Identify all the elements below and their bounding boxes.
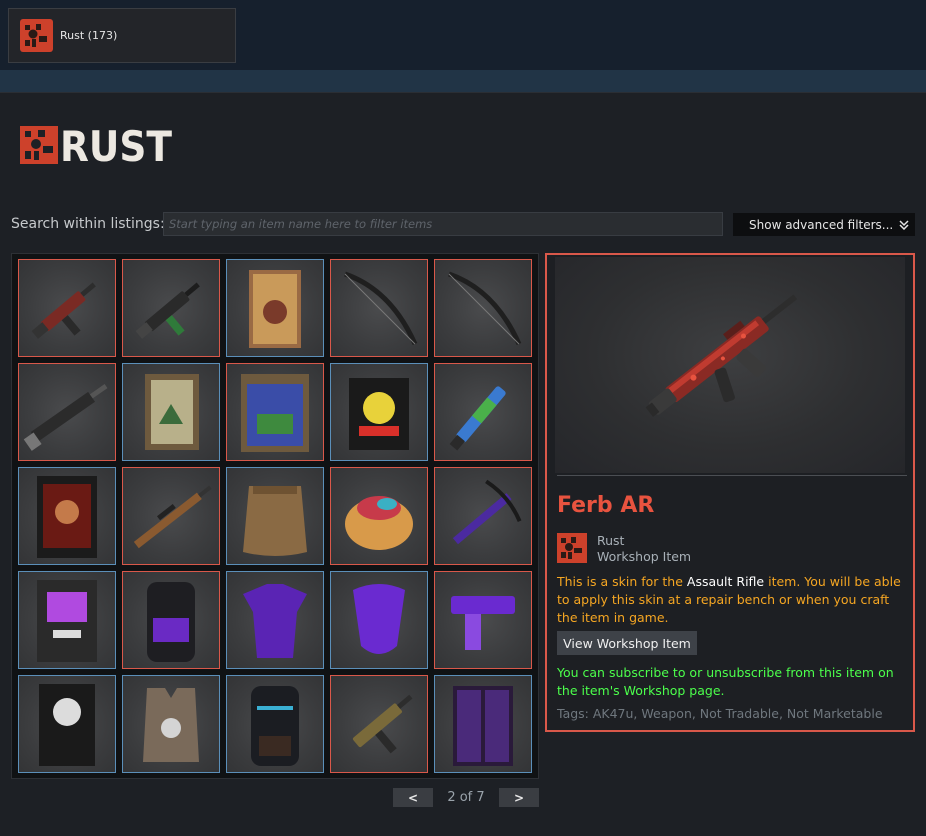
assault-rifle-image [645,294,798,417]
inventory-item-shotgun-blue[interactable] [434,363,532,461]
inventory-item-poster[interactable] [226,259,324,357]
svg-text:RUST: RUST [60,126,172,164]
item-thumbnail [31,282,96,339]
inventory-item-sack[interactable] [226,467,324,565]
item-description: This is a skin for the Assault Rifle ite… [557,573,912,627]
item-game-name: Rust [597,533,625,548]
description-text: This is a skin for the [557,574,687,589]
item-tags: Tags: AK47u, Weapon, Not Tradable, Not M… [557,706,883,721]
rust-icon [557,533,587,563]
item-thumbnail [143,688,199,762]
item-thumbnail [37,476,97,558]
view-workshop-item-button[interactable]: View Workshop Item [557,631,697,655]
previous-page-button[interactable]: < [393,788,433,807]
item-thumbnail [23,384,108,451]
inventory-item-smg-red[interactable] [18,259,116,357]
inventory-item-rifle-gray[interactable] [18,363,116,461]
sub-bar [0,70,926,92]
item-thumbnail [451,596,515,650]
inventory-item-smg-tan[interactable] [330,675,428,773]
item-thumbnail [344,271,418,346]
next-page-button[interactable]: > [499,788,539,807]
item-thumbnail [145,374,199,450]
inventory-grid [11,253,539,779]
item-title: Ferb AR [557,493,655,518]
item-thumbnail [135,282,200,339]
item-thumbnail [251,686,299,766]
inventory-item-vest[interactable] [122,675,220,773]
item-detail-panel: Ferb AR Rust Workshop Item This is a ski… [545,253,915,732]
advanced-filters-label: Show advanced filters... [749,217,894,232]
subscribe-note: You can subscribe to or unsubscribe from… [557,665,894,698]
inventory-grid-cells [18,259,532,773]
inventory-item-bow[interactable] [330,259,428,357]
inventory-item-pistol-purple[interactable] [434,571,532,669]
item-image [555,257,905,473]
item-thumbnail [352,694,413,754]
inventory-item-backpack-purple[interactable] [122,571,220,669]
inventory-item-picture-frame[interactable] [122,363,220,461]
item-thumbnail [249,270,301,348]
item-thumbnail [243,584,307,658]
inventory-item-bandana[interactable] [330,571,428,669]
game-tab-rust[interactable]: Rust (173) [8,8,236,63]
inventory-item-bow[interactable] [434,259,532,357]
item-thumbnail [241,374,309,452]
item-type: Workshop Item [597,549,692,564]
description-item-name: Assault Rifle [686,574,765,589]
inventory-item-locker[interactable] [434,675,532,773]
show-advanced-filters-button[interactable]: Show advanced filters... [733,213,915,236]
inventory-item-crossbow[interactable] [434,467,532,565]
item-thumbnail [37,580,97,662]
item-thumbnail [452,479,522,545]
inventory-item-food[interactable] [330,467,428,565]
item-thumbnail [133,485,212,549]
item-thumbnail [448,271,522,346]
inventory-item-picture-frame-blue[interactable] [226,363,324,461]
inventory-item-banner[interactable] [18,467,116,565]
item-thumbnail [345,496,413,550]
double-chevron-down-icon [899,219,909,230]
page-indicator: 2 of 7 [447,790,485,805]
inventory-item-flag-card[interactable] [18,675,116,773]
inventory-item-backpack-blue[interactable] [226,675,324,773]
search-input[interactable] [163,212,723,236]
rust-icon [20,19,53,52]
item-thumbnail [243,486,307,556]
inventory-item-sniper[interactable] [122,467,220,565]
inventory-item-smg-green[interactable] [122,259,220,357]
item-thumbnail [453,686,513,766]
inventory-item-neon-sign[interactable] [330,363,428,461]
search-label: Search within listings: [11,216,165,232]
inventory-item-shirt-purple[interactable] [226,571,324,669]
detail-divider [557,475,907,476]
game-tab-label: Rust (173) [60,29,118,42]
item-thumbnail [147,582,195,662]
inventory-item-vending[interactable] [18,571,116,669]
rust-logo-icon: RUST [20,126,172,164]
item-thumbnail [449,386,506,451]
item-thumbnail [349,378,409,450]
item-thumbnail [39,684,95,766]
item-thumbnail [353,584,405,654]
